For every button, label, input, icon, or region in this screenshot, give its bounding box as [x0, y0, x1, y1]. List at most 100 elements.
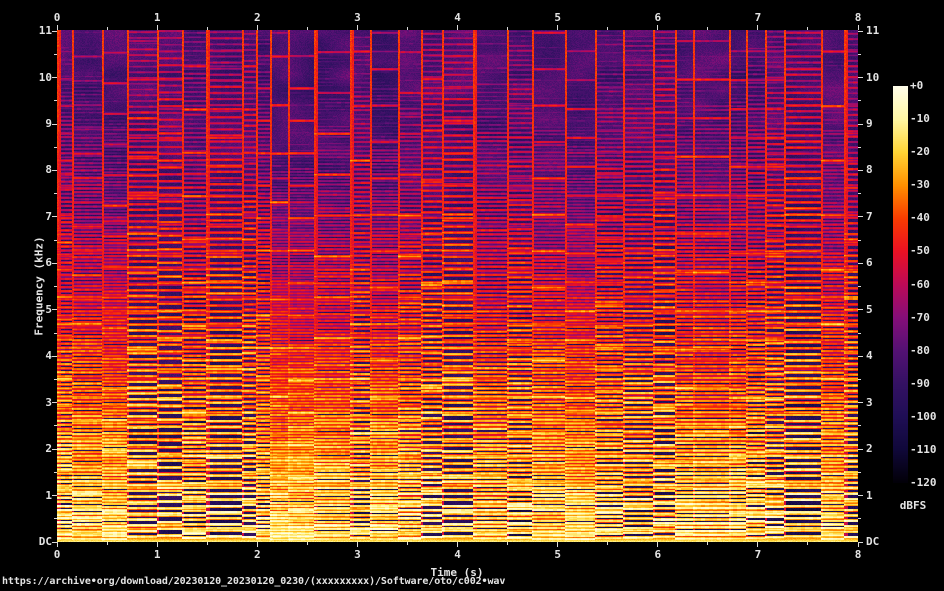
time-minortick-bottom	[306, 542, 308, 545]
colorbar-tick-label: -80	[910, 343, 930, 357]
colorbar-tick-label: -120	[910, 476, 937, 489]
freq-tick-right	[858, 448, 863, 450]
freq-tick-left	[52, 77, 57, 79]
freq-tick-left	[52, 402, 57, 404]
time-tick-label-top: 3	[354, 11, 361, 24]
freq-minortick-right	[858, 146, 861, 148]
freq-tick-label-left: 4	[45, 349, 52, 363]
time-tick-top	[256, 25, 258, 30]
freq-minortick-right	[858, 332, 861, 334]
colorbar-tick-label: -60	[910, 277, 930, 291]
freq-tick-right	[858, 77, 863, 79]
time-tick-top	[56, 25, 58, 30]
freq-minortick-right	[858, 53, 861, 55]
time-tick-bottom	[657, 542, 659, 547]
freq-tick-label-left: 6	[45, 256, 52, 270]
time-tick-label-bottom: 6	[654, 548, 662, 561]
freq-tick-label-left: 5	[45, 302, 52, 316]
time-tick-label-bottom: 1	[153, 548, 161, 561]
freq-tick-right	[858, 309, 863, 311]
freq-minortick-left	[54, 100, 57, 102]
freq-tick-label-right: 9	[866, 117, 873, 131]
time-tick-label-top: 6	[654, 11, 662, 24]
freq-tick-right	[858, 495, 863, 497]
freq-minortick-left	[54, 378, 57, 380]
freq-minortick-left	[54, 332, 57, 334]
spectrogram-heatmap	[57, 30, 858, 542]
time-tick-bottom	[457, 542, 458, 547]
time-tick-bottom	[356, 542, 358, 547]
freq-minortick-right	[858, 286, 861, 288]
time-tick-label-bottom: 4	[454, 548, 461, 561]
freq-tick-label-left: 8	[45, 163, 52, 177]
time-minortick-top	[607, 27, 609, 30]
freq-tick-right	[858, 169, 863, 171]
time-tick-label-top: 4	[454, 11, 461, 24]
freq-tick-right	[858, 262, 863, 264]
freq-tick-left	[52, 169, 57, 171]
freq-minortick-right	[858, 471, 861, 473]
time-tick-label-top: 5	[554, 11, 561, 24]
freq-minortick-left	[54, 239, 57, 241]
colorbar-tick-label: -50	[910, 244, 930, 258]
freq-tick-right	[858, 216, 863, 218]
freq-minortick-left	[54, 53, 57, 55]
freq-tick-label-right: 10	[866, 70, 880, 84]
time-tick-top	[557, 25, 559, 30]
freq-tick-label-left: 9	[45, 117, 52, 131]
freq-minortick-left	[54, 193, 57, 195]
y-axis-title: Frequency (kHz)	[32, 236, 46, 336]
time-tick-label-bottom: 5	[554, 548, 561, 561]
time-tick-label-top: 1	[153, 11, 161, 24]
freq-tick-left	[52, 541, 57, 543]
time-tick-label-bottom: 8	[854, 548, 862, 561]
time-tick-top	[757, 25, 759, 30]
time-minortick-bottom	[607, 542, 609, 545]
freq-tick-label-left: 2	[45, 442, 52, 456]
freq-tick-left	[52, 30, 57, 32]
freq-tick-left	[52, 262, 57, 264]
time-tick-label-bottom: 3	[354, 548, 361, 561]
time-minortick-bottom	[406, 542, 408, 545]
freq-tick-label-left: 7	[45, 209, 52, 223]
time-tick-top	[657, 25, 659, 30]
colorbar-tick-label: -40	[910, 211, 930, 225]
freq-tick-label-left: 11	[38, 24, 52, 38]
time-tick-bottom	[757, 542, 759, 547]
freq-tick-label-right: 7	[866, 209, 873, 223]
freq-tick-right	[858, 541, 863, 543]
freq-tick-left	[52, 495, 57, 497]
freq-tick-label-right: DC	[866, 535, 880, 548]
time-minortick-bottom	[807, 542, 809, 545]
time-minortick-top	[507, 27, 509, 30]
freq-tick-label-right: 5	[866, 302, 873, 316]
colorbar-tick-label: -70	[910, 310, 930, 324]
time-minortick-top	[406, 27, 408, 30]
time-minortick-top	[707, 27, 709, 30]
freq-minortick-right	[858, 378, 861, 380]
colorbar-tick-label: -30	[910, 178, 930, 192]
colorbar-tick-label: -90	[910, 376, 930, 390]
time-minortick-top	[206, 27, 208, 30]
freq-tick-left	[52, 448, 57, 450]
time-tick-label-bottom: 0	[53, 548, 61, 561]
time-minortick-bottom	[206, 542, 208, 545]
colorbar-tick-label: -10	[910, 112, 930, 126]
freq-tick-left	[52, 216, 57, 218]
freq-tick-label-right: 4	[866, 349, 873, 363]
time-tick-top	[356, 25, 358, 30]
time-tick-bottom	[857, 542, 859, 547]
time-tick-label-top: 0	[53, 11, 61, 24]
freq-minortick-left	[54, 518, 57, 520]
freq-tick-label-right: 1	[866, 488, 873, 502]
freq-tick-label-right: 8	[866, 163, 873, 177]
time-tick-label-top: 7	[754, 11, 762, 24]
time-minortick-bottom	[707, 542, 709, 545]
freq-minortick-left	[54, 471, 57, 473]
freq-minortick-right	[858, 518, 861, 520]
freq-minortick-right	[858, 100, 861, 102]
time-tick-label-top: 2	[253, 11, 261, 24]
colorbar	[893, 86, 908, 483]
freq-tick-label-left: 1	[45, 488, 52, 502]
freq-tick-label-left: 3	[45, 395, 52, 409]
